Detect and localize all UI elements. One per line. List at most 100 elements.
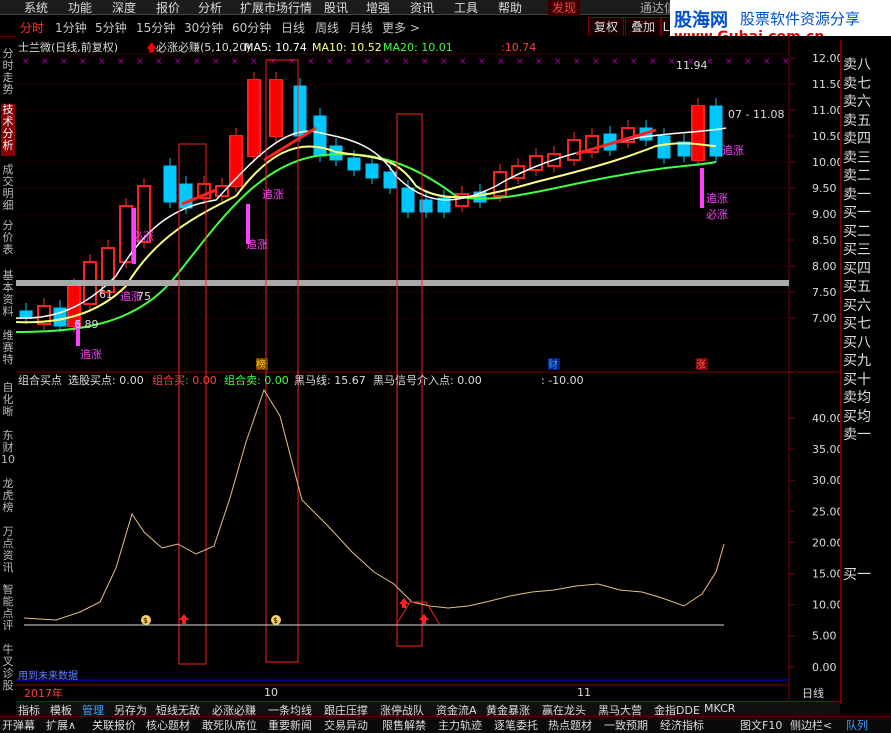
tab-more[interactable]: 更多 >: [382, 19, 420, 36]
tab-5min[interactable]: 5分钟: [95, 19, 127, 36]
left-tab-tech[interactable]: 技术分析: [1, 104, 15, 156]
tab-intraday[interactable]: 分时: [20, 19, 44, 36]
mid-label-2: 75: [137, 290, 151, 303]
marker-bang[interactable]: 榜: [256, 358, 266, 371]
ftab-unlock[interactable]: 限售解禁: [382, 717, 426, 733]
ftab-expand[interactable]: 扩展∧: [46, 717, 76, 733]
ftab-news[interactable]: 重要新闻: [268, 717, 312, 733]
price-tick-label: 8.00: [812, 260, 837, 273]
x-marker: ×: [763, 57, 771, 67]
order-book-row-17: 买十: [843, 371, 871, 388]
x-marker: ×: [250, 57, 258, 67]
left-tab-dragon-tiger[interactable]: 龙虎榜: [1, 478, 15, 518]
x-marker: ×: [592, 57, 600, 67]
high-price-label: 11.94: [676, 59, 708, 72]
indicator-combo-sell: 组合卖: 0.00: [224, 373, 289, 387]
tab-weekly[interactable]: 周线: [315, 19, 339, 36]
order-book-row-3: 卖五: [843, 112, 871, 129]
btab-mkcr[interactable]: MKCR: [704, 702, 735, 715]
menu-item-enhance[interactable]: 增强: [366, 0, 390, 16]
order-book-row-6: 卖二: [843, 168, 871, 184]
ind-tick-label: 15.00: [812, 568, 840, 581]
x-marker: ×: [345, 57, 353, 67]
left-tab-intraday[interactable]: 分时走势: [1, 48, 15, 96]
menu-item-quote[interactable]: 报价: [156, 0, 180, 16]
restore-rights-button[interactable]: 复权: [588, 17, 624, 37]
tab-1min[interactable]: 1分钟: [55, 19, 87, 36]
menu-item-tools[interactable]: 工具: [454, 0, 478, 16]
range-label: 07 - 11.08: [728, 108, 784, 121]
indicator-combo-buy: 组合买: 0.00: [152, 373, 217, 387]
order-book-row-16: 买九: [843, 353, 871, 369]
left-tab-price-table[interactable]: 分价表: [1, 220, 15, 260]
order-book-row-20: 卖一: [843, 427, 871, 443]
tab-30min[interactable]: 30分钟: [184, 19, 223, 36]
x-marker: ×: [41, 57, 49, 67]
indicator-extra: : -10.00: [541, 374, 584, 387]
x-marker: ×: [459, 57, 467, 67]
x-marker: ×: [22, 57, 30, 67]
candle-body: [313, 115, 327, 157]
ftab-seats[interactable]: 敢死队席位: [202, 717, 257, 733]
ind-tick-label: 35.00: [812, 443, 840, 456]
candle-body: [163, 165, 177, 203]
tab-daily[interactable]: 日线: [281, 19, 305, 36]
signal-bar: [246, 204, 250, 244]
menu-item-system[interactable]: 系统: [24, 0, 48, 16]
ftab-consensus[interactable]: 一致预期: [604, 717, 648, 733]
ftab-related[interactable]: 关联报价: [92, 717, 136, 733]
left-tab-fundamentals[interactable]: 基本资料: [1, 270, 15, 318]
marker-finance[interactable]: 财: [548, 358, 558, 371]
menu-item-help[interactable]: 帮助: [498, 0, 522, 16]
left-tab-weisaite[interactable]: 维赛特: [1, 330, 15, 370]
ftab-core[interactable]: 核心题材: [146, 717, 190, 733]
menu-item-info[interactable]: 资讯: [410, 0, 434, 16]
ind-tick-label: 40.00: [812, 412, 840, 425]
left-tab-auto[interactable]: 自化晰: [1, 382, 15, 422]
ftab-orders[interactable]: 逐笔委托: [494, 717, 538, 733]
ftab-sidebar[interactable]: 侧边栏<: [790, 717, 832, 733]
price-tick-label: 12.00: [812, 52, 840, 65]
ftab-danmu[interactable]: 开弹幕: [2, 717, 35, 733]
order-book-row-11: 买四: [843, 260, 871, 277]
ftab-hot[interactable]: 热点题材: [548, 717, 592, 733]
price-tick-label: 8.50: [812, 234, 837, 247]
menu-item-discover[interactable]: 发现: [548, 0, 581, 16]
overlay-button[interactable]: 叠加: [625, 17, 661, 37]
price-tick-label: 9.00: [812, 208, 837, 221]
menu-item-depth[interactable]: 深度: [112, 0, 136, 16]
marker-up[interactable]: 涨: [696, 359, 706, 371]
ftab-f10[interactable]: 图文F10: [740, 717, 782, 733]
x-marker: ×: [649, 57, 657, 67]
tab-15min[interactable]: 15分钟: [136, 19, 175, 36]
ftab-economy[interactable]: 经济指标: [660, 717, 704, 733]
order-book-row-0: 卖八: [843, 57, 871, 73]
ftab-abnormal[interactable]: 交易异动: [324, 717, 368, 733]
x-marker: ×: [288, 57, 296, 67]
left-tab-info[interactable]: 万点资讯: [1, 526, 15, 574]
period-tab-bar: 分时 1分钟 5分钟 15分钟 30分钟 60分钟 日线 周线 月线 更多 >: [0, 16, 670, 37]
menu-item-analysis[interactable]: 分析: [198, 0, 222, 16]
signal-label: 追涨: [80, 347, 102, 361]
left-tab-eastmoney[interactable]: 东财10: [1, 430, 15, 470]
left-tab-deals[interactable]: 成交明细: [1, 164, 15, 212]
tab-monthly[interactable]: 月线: [349, 19, 373, 36]
ftab-queue[interactable]: 队列: [846, 717, 868, 733]
future-data-label: 用到未来数据: [18, 669, 78, 682]
menu-item-function[interactable]: 功能: [68, 0, 92, 16]
menu-item-ext-market[interactable]: 扩展市场行情: [240, 0, 312, 16]
mid-label-1: 61: [99, 288, 113, 301]
signal-label: 必涨: [706, 208, 728, 221]
ind-tick-label: 5.00: [812, 630, 837, 643]
candle-body: [179, 183, 193, 209]
menu-item-news[interactable]: 股讯: [324, 0, 348, 16]
left-tab-diagnose[interactable]: 牛叉诊股: [1, 644, 15, 696]
x-marker: ×: [364, 57, 372, 67]
x-marker: ×: [307, 57, 315, 67]
candle-body: [709, 105, 723, 157]
order-book-lower: 买一: [843, 567, 871, 583]
tab-60min[interactable]: 60分钟: [232, 19, 271, 36]
left-tab-ai-review[interactable]: 智能点评: [1, 584, 15, 632]
order-book-row-2: 卖六: [843, 94, 871, 110]
ftab-main-track[interactable]: 主力轨迹: [438, 717, 482, 733]
